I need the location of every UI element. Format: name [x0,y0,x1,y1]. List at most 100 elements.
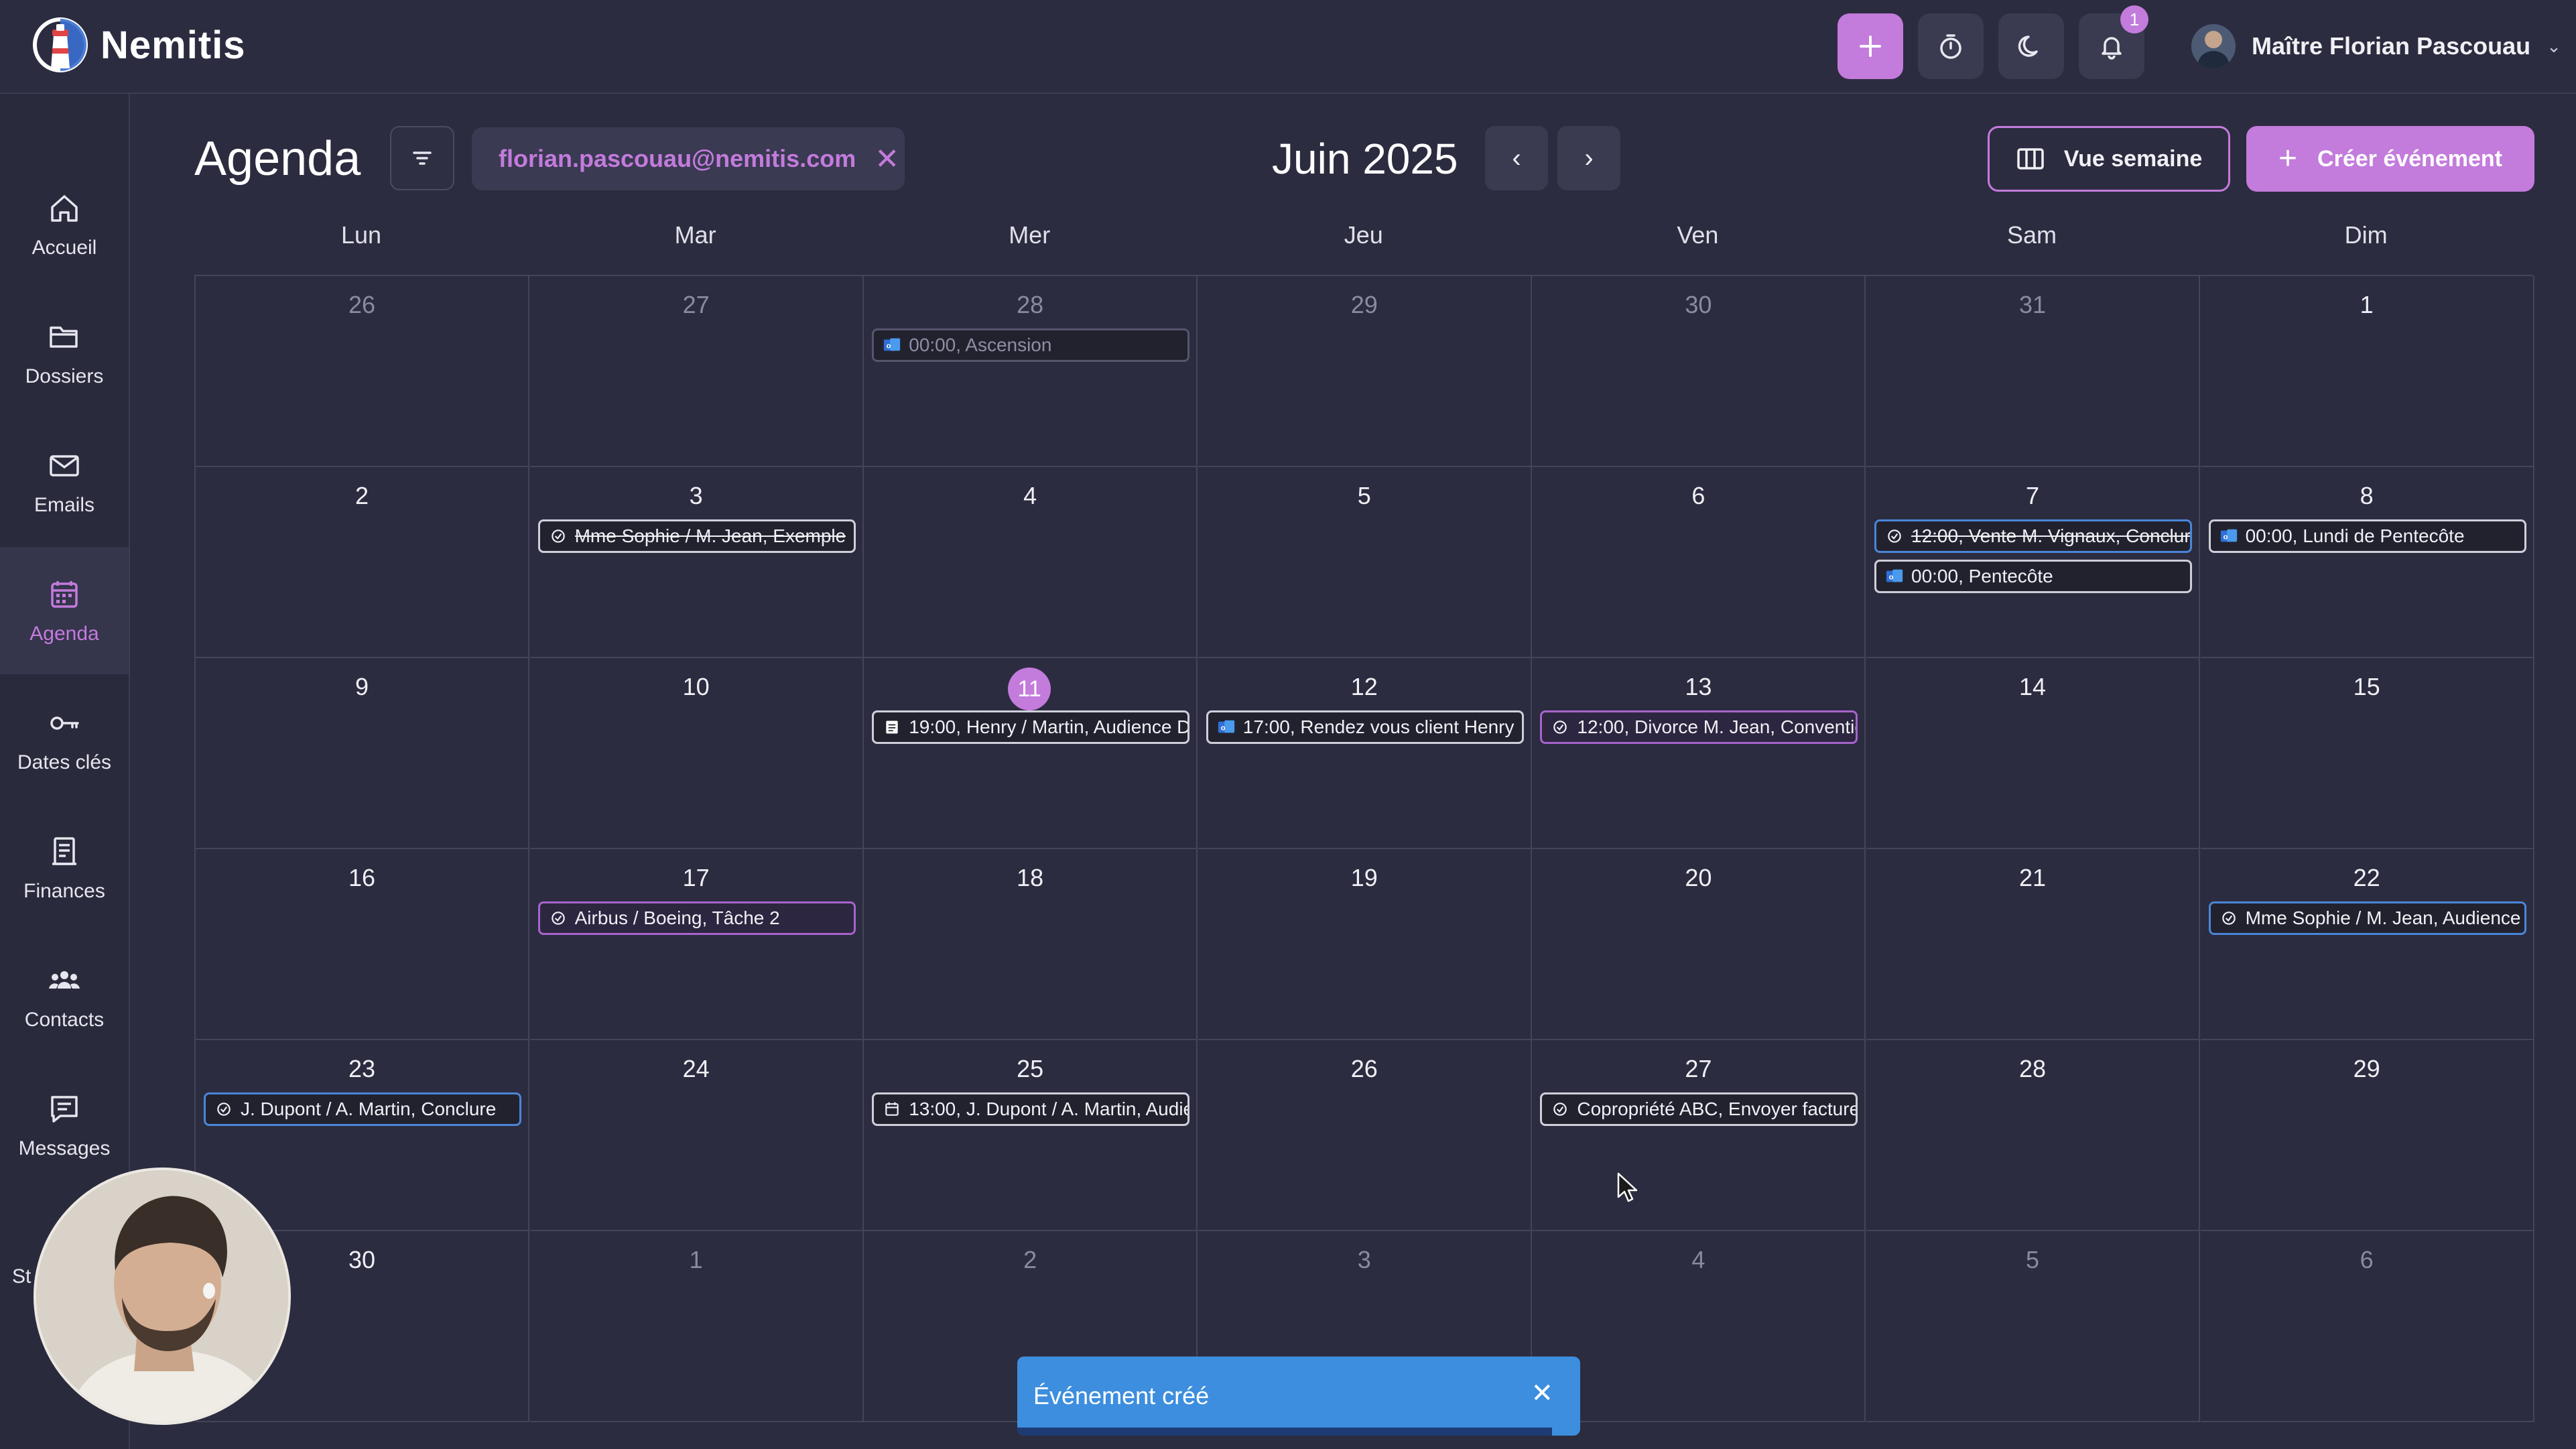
calendar-day-cell[interactable]: 29 [1198,276,1532,467]
calendar-day-cell[interactable]: 28 [1866,1040,2200,1231]
calendar-day-cell[interactable]: 16 [196,849,529,1040]
sidebar-item-label-partial[interactable]: St [12,1265,31,1288]
day-number: 23 [348,1055,376,1082]
sidebar-item-agenda[interactable]: Agenda [0,547,129,674]
svg-text:o: o [1889,574,1894,582]
day-number: 6 [1691,482,1705,509]
calendar-day-cell[interactable]: 3 Mme Sophie / M. Jean, Exemple [529,467,864,658]
top-bar: Nemitis 1 Maître Florian Pascouau ⌄ [0,0,2576,94]
calendar-event[interactable]: o 00:00, Ascension [872,328,1190,362]
day-number: 30 [1685,291,1712,318]
calendar-day-cell[interactable]: 8 o 00:00, Lundi de Pentecôte [2200,467,2534,658]
calendar-day-cell[interactable]: 1 [2200,276,2534,467]
calendar-day-cell[interactable]: 29 [2200,1040,2534,1231]
filter-icon [413,151,432,165]
calendar-day-cell[interactable]: 28 o 00:00, Ascension [864,276,1198,467]
filter-button[interactable] [390,126,454,190]
outlook-calendar-icon: o [2219,526,2239,546]
calendar-event[interactable]: Mme Sophie / M. Jean, Exemple [537,519,856,553]
sidebar-item-dossiers[interactable]: Dossiers [0,290,129,417]
calendar-event[interactable]: 19:00, Henry / Martin, Audience Divorce [872,710,1190,744]
close-icon[interactable]: ✕ [875,142,899,176]
chevron-left-icon: ‹ [1512,143,1521,173]
calendar-event[interactable]: J. Dupont / A. Martin, Conclure [204,1092,521,1126]
day-number: 29 [1350,291,1378,318]
sidebar-item-label: Contacts [24,1009,105,1031]
week-view-button[interactable]: Vue semaine [1988,126,2230,192]
calendar-event-title: 12:00, Divorce M. Jean, Convention [1577,716,1856,737]
calendar-day-cell[interactable]: 26 [1198,1040,1532,1231]
calendar-day-cell[interactable]: 10 [529,658,864,849]
day-number: 6 [2360,1246,2374,1273]
calendar-icon [882,1099,902,1119]
quick-add-button[interactable] [1838,13,1903,79]
calendar-event-title: 00:00, Ascension [909,334,1052,355]
sidebar-item-emails[interactable]: Emails [0,418,129,546]
calendar-event[interactable]: Mme Sophie / M. Jean, Audience [2208,901,2526,935]
sidebar-item-messages[interactable]: Messages [0,1062,129,1189]
app-logo[interactable]: Nemitis [32,15,246,75]
sidebar-item-dates-cles[interactable]: Dates clés [0,676,129,803]
calendar-day-cell[interactable]: 1 [529,1231,864,1422]
calendar-day-cell[interactable]: 25 13:00, J. Dupont / A. Martin, Audience [864,1040,1198,1231]
calendar-day-cell[interactable]: 17 Airbus / Boeing, Tâche 2 [529,849,864,1040]
create-event-button[interactable]: + Créer événement [2246,126,2534,192]
calendar-day-cell[interactable]: 26 [196,276,529,467]
timer-button[interactable] [1918,13,1984,79]
user-menu[interactable]: Maître Florian Pascouau ⌄ [2191,24,2561,68]
calendar-event[interactable]: o 17:00, Rendez vous client Henry [1206,710,1524,744]
sidebar-item-accueil[interactable]: Accueil [0,161,129,288]
avatar [2191,24,2236,68]
day-number: 10 [682,673,710,700]
outlook-calendar-icon: o [1884,566,1905,586]
previous-month-button[interactable]: ‹ [1485,126,1548,190]
calendar-day-cell[interactable]: 20 [1532,849,1866,1040]
calendar-day-cell[interactable]: 5 [1198,467,1532,658]
current-month: Juin 2025 [1272,135,1458,183]
sidebar-item-label: Messages [18,1137,111,1159]
calendar-day-cell[interactable]: 18 [864,849,1198,1040]
calendar-day-cell[interactable]: 6 [1532,467,1866,658]
calendar-day-cell[interactable]: 11 19:00, Henry / Martin, Audience Divorc… [864,658,1198,849]
calendar-day-cell[interactable]: 31 [1866,276,2200,467]
calendar-day-cell[interactable]: 22 Mme Sophie / M. Jean, Audience [2200,849,2534,1040]
app-name: Nemitis [101,23,246,67]
calendar-day-cell[interactable]: 27 Copropriété ABC, Envoyer facture [1532,1040,1866,1231]
calendar-event[interactable]: Airbus / Boeing, Tâche 2 [537,901,856,935]
calendar-day-cell[interactable]: 4 [864,467,1198,658]
task-check-icon [214,1099,234,1119]
calendar-event[interactable]: 12:00, Vente M. Vignaux, Conclure [1874,519,2192,553]
calendar-event[interactable]: Copropriété ABC, Envoyer facture [1540,1092,1858,1126]
calendar-day-cell[interactable]: 27 [529,276,864,467]
calendar-event[interactable]: o 00:00, Pentecôte [1874,560,2192,593]
calendar-day-cell[interactable]: 30 [1532,276,1866,467]
sidebar-item-contacts[interactable]: Contacts [0,933,129,1060]
close-icon[interactable]: ✕ [1531,1378,1553,1409]
toast-progress-bar [1017,1428,1552,1436]
calendar-day-cell[interactable]: 12 o 17:00, Rendez vous client Henry [1198,658,1532,849]
calendar-event[interactable]: 12:00, Divorce M. Jean, Convention [1540,710,1858,744]
calendar-event[interactable]: 13:00, J. Dupont / A. Martin, Audience [872,1092,1190,1126]
task-check-icon [548,526,568,546]
calendar-day-cell[interactable]: 13 12:00, Divorce M. Jean, Convention [1532,658,1866,849]
calendar-day-cell[interactable]: 4 [1532,1231,1866,1422]
day-number: 5 [1357,482,1371,509]
calendar-day-cell[interactable]: 19 [1198,849,1532,1040]
calendar-day-cell[interactable]: 2 [196,467,529,658]
calendar-event-title: 13:00, J. Dupont / A. Martin, Audience [909,1098,1187,1119]
calendar-day-cell[interactable]: 5 [1866,1231,2200,1422]
key-icon [50,716,79,730]
dark-mode-button[interactable] [1998,13,2064,79]
calendar-day-cell[interactable]: 6 [2200,1231,2534,1422]
next-month-button[interactable]: › [1557,126,1620,190]
sidebar-item-finances[interactable]: Finances [0,804,129,932]
message-icon [51,1096,78,1123]
calendar-event[interactable]: o 00:00, Lundi de Pentecôte [2208,519,2526,553]
calendar-day-cell[interactable]: 21 [1866,849,2200,1040]
columns-icon [2016,148,2044,170]
calendar-day-cell[interactable]: 14 [1866,658,2200,849]
calendar-day-cell[interactable]: 24 [529,1040,864,1231]
calendar-day-cell[interactable]: 15 [2200,658,2534,849]
calendar-day-cell[interactable]: 7 12:00, Vente M. Vignaux, Conclure o 00:00… [1866,467,2200,658]
calendar-day-cell[interactable]: 9 [196,658,529,849]
